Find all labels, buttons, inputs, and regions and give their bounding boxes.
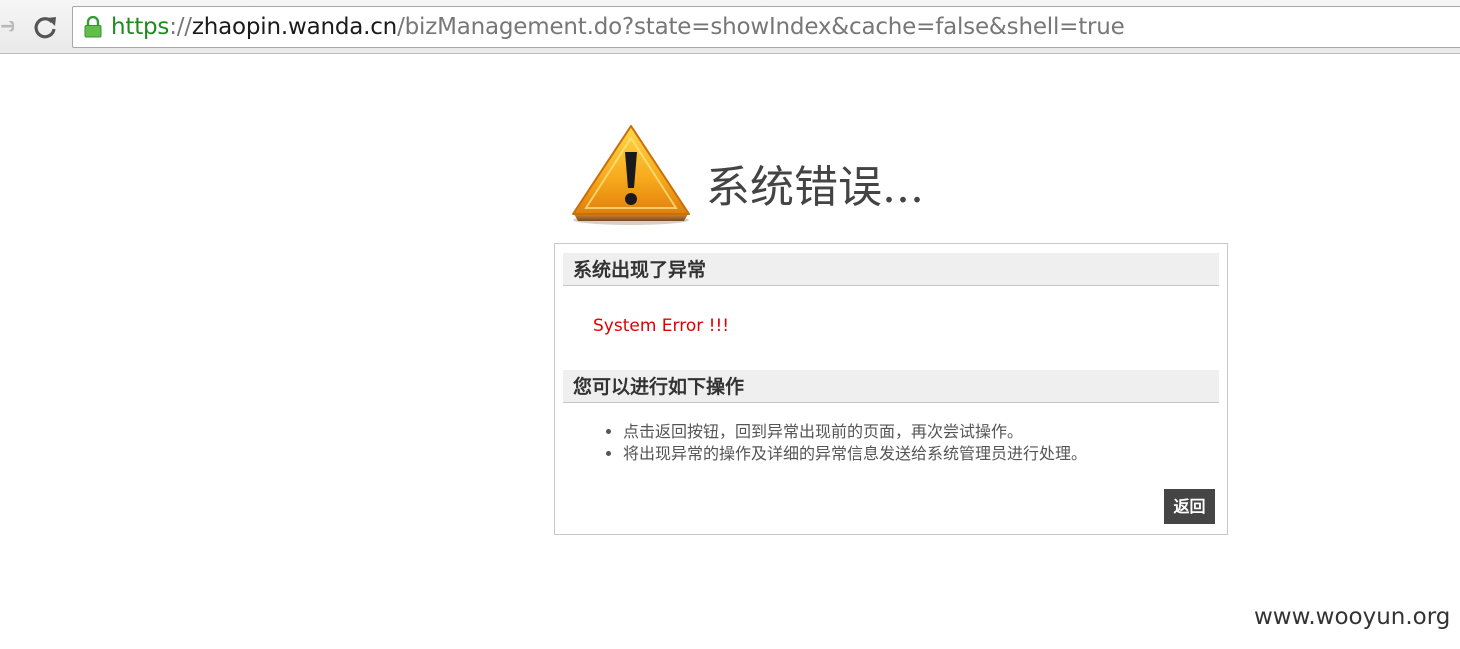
actions-list: 点击返回按钮，回到异常出现前的页面，再次尝试操作。 将出现异常的操作及详细的异常…	[593, 421, 1087, 465]
url-host: zhaopin.wanda.cn	[191, 14, 398, 40]
error-message: System Error !!!	[593, 316, 730, 336]
reload-icon[interactable]	[31, 13, 59, 41]
watermark: www.wooyun.org	[1254, 604, 1451, 630]
padlock-icon	[83, 15, 103, 38]
list-item: 将出现异常的操作及详细的异常信息发送给系统管理员进行处理。	[623, 443, 1087, 465]
exception-heading: 系统出现了异常	[563, 253, 1219, 286]
url-path: /bizManagement.do?state=showIndex&cache=…	[397, 14, 1125, 40]
url-text: https://zhaopin.wanda.cn/bizManagement.d…	[111, 12, 1125, 42]
page-title: 系统错误...	[706, 162, 924, 213]
url-scheme: https	[111, 14, 170, 40]
address-bar[interactable]: https://zhaopin.wanda.cn/bizManagement.d…	[72, 6, 1460, 48]
list-item: 点击返回按钮，回到异常出现前的页面，再次尝试操作。	[623, 421, 1087, 443]
browser-toolbar: ➔ https://zhaopin.wanda.cn/bizManagement…	[0, 0, 1460, 54]
back-button[interactable]: 返回	[1164, 489, 1215, 524]
actions-heading: 您可以进行如下操作	[563, 370, 1219, 403]
warning-triangle-icon	[570, 122, 692, 226]
url-separator: ://	[169, 14, 192, 40]
error-panel: 系统出现了异常 System Error !!! 您可以进行如下操作 点击返回按…	[554, 243, 1228, 535]
forward-arrow-icon[interactable]: ➔	[0, 14, 14, 40]
